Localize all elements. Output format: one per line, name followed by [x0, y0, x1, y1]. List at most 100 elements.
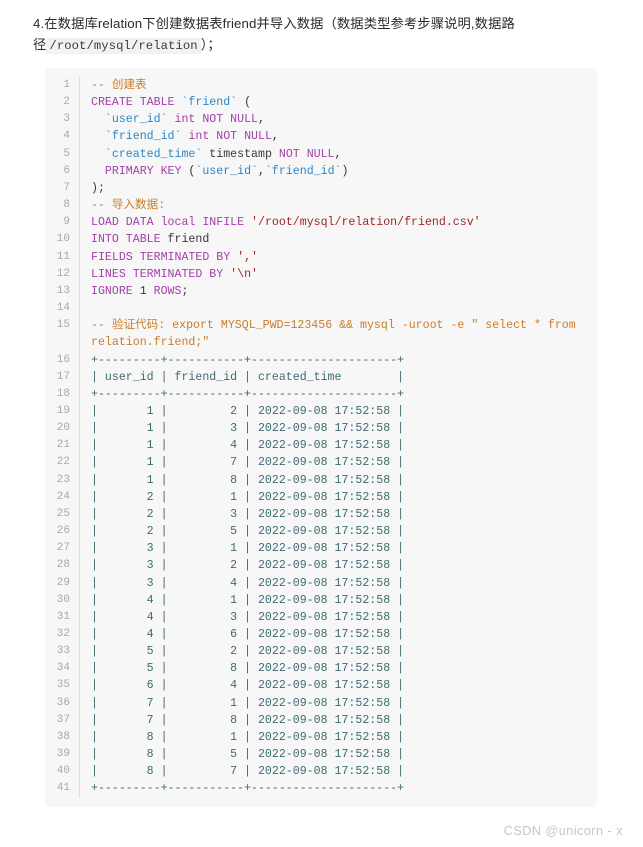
- line-number: 33: [56, 645, 70, 658]
- code-line-text: CREATE TABLE `friend` (: [79, 94, 597, 112]
- code-line: 31 | 4 | 3 | 2022-09-08 17:52:58 |: [45, 608, 597, 626]
- code-line-text: [79, 300, 597, 318]
- code-line: 12 LINES TERMINATED BY '\n': [45, 265, 597, 283]
- code-line: 17 | user_id | friend_id | created_time |: [45, 368, 597, 386]
- token-out: | 1 | 2 | 2022-09-08 17:52:58 |: [91, 404, 405, 418]
- code-lines-container: 1 -- 创建表 2 CREATE TABLE `friend` (3 `user_i…: [45, 77, 597, 798]
- token-plain: (: [237, 96, 252, 110]
- code-line: 1 -- 创建表: [45, 77, 597, 95]
- code-line: 25 | 2 | 3 | 2022-09-08 17:52:58 |: [45, 505, 597, 524]
- code-line: 37 | 7 | 8 | 2022-09-08 17:52:58 |: [45, 711, 597, 729]
- token-plain: ,: [334, 147, 342, 161]
- code-line: 32 | 4 | 6 | 2022-09-08 17:52:58 |: [45, 626, 597, 644]
- token-plain: ;: [181, 284, 189, 298]
- token-out: +---------+-----------+-----------------…: [91, 387, 405, 401]
- code-line-text: `created_time` timestamp NOT NULL,: [79, 145, 597, 163]
- line-number: 30: [56, 593, 70, 606]
- token-comment: -- 导入数据:: [91, 199, 166, 213]
- code-line-text: | 4 | 1 | 2022-09-08 17:52:58 |: [79, 591, 597, 609]
- token-out: | 1 | 8 | 2022-09-08 17:52:58 |: [91, 473, 405, 487]
- code-line: 26 | 2 | 5 | 2022-09-08 17:52:58 |: [45, 523, 597, 541]
- token-ident: `user_id`: [195, 164, 258, 178]
- step-description: 4.在数据库relation下创建数据表friend并导入数据（数据类型参考步骤…: [0, 0, 643, 57]
- line-number: 39: [56, 748, 70, 761]
- token-keyword: NOT NULL: [278, 147, 335, 161]
- token-out: | 3 | 2 | 2022-09-08 17:52:58 |: [91, 559, 405, 573]
- code-line: 40 | 8 | 7 | 2022-09-08 17:52:58 |: [45, 763, 597, 781]
- code-line: 3 `user_id` int NOT NULL,: [45, 111, 597, 129]
- code-line: 23 | 1 | 8 | 2022-09-08 17:52:58 |: [45, 471, 597, 489]
- line-number: 38: [56, 730, 70, 743]
- code-line-text: IGNORE 1 ROWS;: [79, 282, 597, 301]
- token-ident: `created_time`: [104, 147, 203, 161]
- token-out: | 2 | 1 | 2022-09-08 17:52:58 |: [91, 490, 405, 504]
- line-number: 4: [63, 130, 70, 143]
- line-number: 9: [63, 216, 70, 229]
- token-string: '/root/mysql/relation/friend.csv': [251, 216, 481, 230]
- code-line: 6 PRIMARY KEY (`user_id`,`friend_id`): [45, 162, 597, 180]
- code-line-text: -- 验证代码: export MYSQL_PWD=123456 && mysq…: [79, 317, 597, 352]
- code-line: 4 `friend_id` int NOT NULL,: [45, 128, 597, 146]
- token-keyword: LINES TERMINATED BY: [91, 267, 231, 281]
- line-number: 6: [63, 164, 70, 177]
- token-out: +---------+-----------+-----------------…: [91, 782, 405, 796]
- line-number: 8: [63, 199, 70, 212]
- token-plain: ,: [271, 130, 279, 144]
- token-out: | 4 | 1 | 2022-09-08 17:52:58 |: [91, 593, 405, 607]
- code-line-text: | 5 | 8 | 2022-09-08 17:52:58 |: [79, 660, 597, 678]
- code-line-text: FIELDS TERMINATED BY ',': [79, 248, 597, 266]
- token-plain: );: [91, 181, 105, 195]
- code-line-text: | 3 | 1 | 2022-09-08 17:52:58 |: [79, 540, 597, 558]
- code-line: 36 | 7 | 1 | 2022-09-08 17:52:58 |: [45, 694, 597, 712]
- token-string: '\n': [230, 267, 258, 281]
- token-out: +---------+-----------+-----------------…: [91, 353, 405, 367]
- code-line-text: | 1 | 8 | 2022-09-08 17:52:58 |: [79, 471, 597, 489]
- code-line-text: `friend_id` int NOT NULL,: [79, 128, 597, 146]
- code-line: 5 `created_time` timestamp NOT NULL,: [45, 145, 597, 163]
- code-line: 10 INTO TABLE friend: [45, 231, 597, 249]
- line-number: 27: [56, 542, 70, 555]
- token-plain: ): [341, 164, 349, 178]
- token-keyword: ROWS: [153, 284, 182, 298]
- code-block[interactable]: 1 -- 创建表 2 CREATE TABLE `friend` (3 `user_i…: [45, 68, 597, 807]
- token-out: | 5 | 8 | 2022-09-08 17:52:58 |: [91, 662, 405, 676]
- token-out: | 1 | 4 | 2022-09-08 17:52:58 |: [91, 439, 405, 453]
- token-keyword: IGNORE: [91, 284, 140, 298]
- code-line-text: | 7 | 1 | 2022-09-08 17:52:58 |: [79, 694, 597, 712]
- line-number: 1: [63, 79, 70, 91]
- line-number: 20: [56, 422, 70, 435]
- token-plain: ,: [258, 113, 265, 127]
- token-out: | 4 | 6 | 2022-09-08 17:52:58 |: [91, 628, 405, 641]
- line-number: 25: [56, 507, 70, 520]
- line-number: 37: [56, 713, 70, 726]
- line-number: 10: [56, 233, 70, 246]
- code-line: 39 | 8 | 5 | 2022-09-08 17:52:58 |: [45, 746, 597, 764]
- token-comment: -- 验证代码: export MYSQL_PWD=123456 && mysq…: [91, 319, 583, 350]
- code-line: 20 | 1 | 3 | 2022-09-08 17:52:58 |: [45, 420, 597, 438]
- code-line: 14: [45, 300, 597, 318]
- code-line: 2 CREATE TABLE `friend` (: [45, 94, 597, 112]
- line-number: 41: [56, 782, 70, 795]
- token-keyword: CREATE TABLE: [91, 96, 182, 110]
- line-number: 26: [56, 525, 70, 538]
- line-number: 34: [56, 662, 70, 675]
- code-line-text: +---------+-----------+-----------------…: [79, 385, 597, 403]
- code-line: 33 | 5 | 2 | 2022-09-08 17:52:58 |: [45, 643, 597, 661]
- token-out: | 1 | 3 | 2022-09-08 17:52:58 |: [91, 422, 405, 436]
- line-number: 28: [56, 559, 70, 572]
- code-line: 13 IGNORE 1 ROWS;: [45, 282, 597, 301]
- token-out: | 3 | 4 | 2022-09-08 17:52:58 |: [91, 576, 405, 590]
- line-number: 24: [56, 490, 70, 503]
- code-line-text: | 6 | 4 | 2022-09-08 17:52:58 |: [79, 677, 597, 695]
- token-out: | 5 | 2 | 2022-09-08 17:52:58 |: [91, 645, 405, 659]
- code-line-text: | 5 | 2 | 2022-09-08 17:52:58 |: [79, 643, 597, 661]
- token-out: | 7 | 8 | 2022-09-08 17:52:58 |: [91, 713, 405, 727]
- token-out: | 8 | 1 | 2022-09-08 17:52:58 |: [91, 730, 405, 744]
- code-line-text: | 8 | 7 | 2022-09-08 17:52:58 |: [79, 763, 597, 781]
- code-line: 11 FIELDS TERMINATED BY ',': [45, 248, 597, 266]
- code-line-text: | 1 | 2 | 2022-09-08 17:52:58 |: [79, 402, 597, 421]
- token-plain: 1: [139, 284, 154, 298]
- code-line-text: INTO TABLE friend: [79, 231, 597, 249]
